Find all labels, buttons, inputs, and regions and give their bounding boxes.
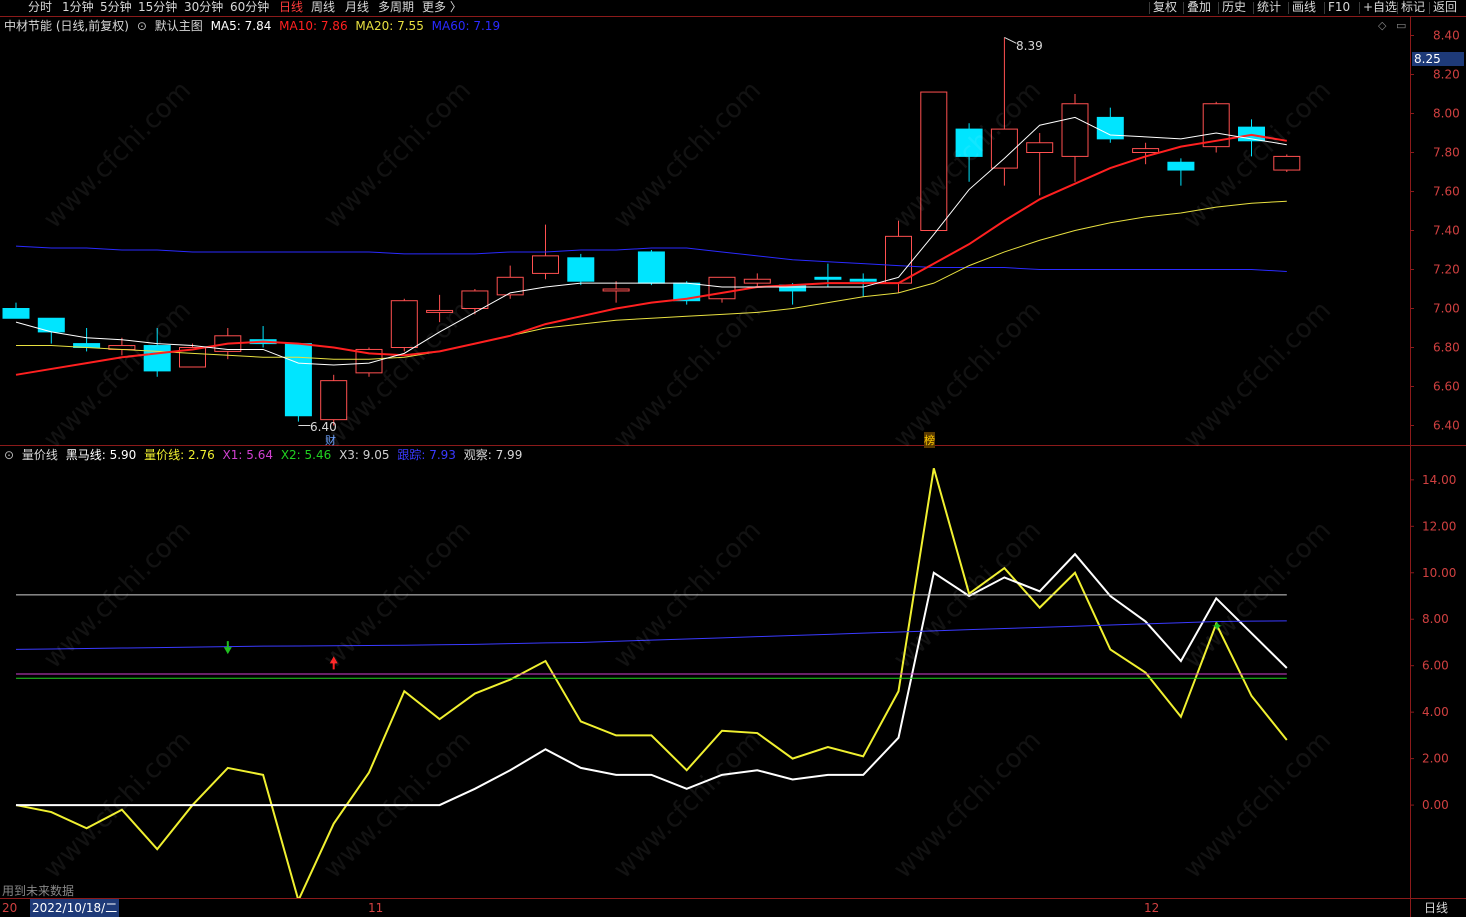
period-tab-10[interactable]: 更多 〉 <box>422 0 462 16</box>
candle-body <box>1132 148 1160 154</box>
candle-body <box>1167 161 1195 171</box>
candle-body <box>532 255 559 274</box>
finance-marker[interactable]: 财 <box>325 432 336 448</box>
indicator-tick-label: 6.00 <box>1422 659 1449 673</box>
toolbar-separator <box>1397 2 1398 14</box>
price-tick-label: 7.00 <box>1433 302 1460 316</box>
rank-marker[interactable]: 榜 <box>924 432 935 448</box>
toolbar-separator <box>1253 2 1254 14</box>
axis-label-nov: 11 <box>368 901 384 915</box>
indicator-tick-label: 2.00 <box>1422 752 1449 766</box>
indicator-tick-label: 14.00 <box>1422 473 1456 487</box>
candle-body <box>143 345 171 372</box>
down-arrow-marker <box>223 641 232 655</box>
price-tick-label: 7.40 <box>1433 224 1460 238</box>
axis-label-20: 20 <box>2 901 18 915</box>
toolbar-separator <box>1149 2 1150 14</box>
series-line-跟踪 <box>15 620 1287 650</box>
price-tick-label: 7.20 <box>1433 263 1460 277</box>
indicator-tick-label: 12.00 <box>1422 519 1456 533</box>
toolbar-separator <box>1359 2 1360 14</box>
candle-body <box>849 278 877 282</box>
period-tab-1[interactable]: 1分钟 <box>62 0 94 16</box>
bottom-divider <box>0 898 1466 899</box>
toolbar-button-5[interactable]: F10 <box>1328 0 1350 16</box>
toolbar-separator <box>1183 2 1184 14</box>
toolbar-separator <box>1288 2 1289 14</box>
period-tab-8[interactable]: 月线 <box>345 0 369 16</box>
candle-body <box>496 276 524 296</box>
price-tick-label: 7.60 <box>1433 185 1460 199</box>
toolbar-button-3[interactable]: 统计 <box>1257 0 1281 16</box>
price-tick-label: 6.80 <box>1433 341 1460 355</box>
cursor-date-label: 2022/10/18/二 <box>30 899 120 917</box>
toolbar-separator <box>1218 2 1219 14</box>
toolbar-separator <box>1324 2 1325 14</box>
candle-body <box>567 257 595 282</box>
indicator-tick-label: 0.00 <box>1422 798 1449 812</box>
ma5-line <box>15 116 1287 366</box>
volume-price-indicator-chart[interactable]: ✦ <box>0 445 1410 898</box>
candle-body <box>2 308 30 319</box>
series-line-黑马线 <box>16 552 1288 807</box>
period-button[interactable]: 日线 <box>1424 899 1448 917</box>
indicator-tick-label: 10.00 <box>1422 566 1456 580</box>
indicator-tick-label: 4.00 <box>1422 705 1449 719</box>
toolbar-separator <box>1429 2 1430 14</box>
toolbar-button-7[interactable]: 标记 <box>1401 0 1425 16</box>
candle-body <box>920 91 948 231</box>
candle-body <box>284 343 312 417</box>
toolbar-button-2[interactable]: 历史 <box>1222 0 1246 16</box>
candle-body <box>990 128 1018 169</box>
period-tab-4[interactable]: 30分钟 <box>184 0 223 16</box>
period-toolbar: 分时 1分钟 5分钟 15分钟 30分钟 60分钟 日线 周线 月线 多周期 更多 〉 复权 叠加 历史… <box>0 0 1466 16</box>
price-tick-label: 8.20 <box>1433 68 1460 82</box>
series-line-量价线 <box>15 467 1288 898</box>
high-pointer <box>1004 37 1017 44</box>
price-tick-label: 6.40 <box>1433 419 1460 433</box>
candle-body <box>743 278 771 284</box>
period-tab-7[interactable]: 周线 <box>311 0 335 16</box>
price-tick-label: 6.60 <box>1433 380 1460 394</box>
toolbar-button-6[interactable]: +自选 <box>1363 0 1397 16</box>
toolbar-button-1[interactable]: 叠加 <box>1187 0 1211 16</box>
star-marker: ✦ <box>1211 619 1223 635</box>
period-tab-2[interactable]: 5分钟 <box>100 0 132 16</box>
period-tab-6[interactable]: 日线 <box>279 0 303 16</box>
candle-body <box>1026 142 1054 153</box>
candle-body <box>1061 103 1089 157</box>
price-tick-label: 8.00 <box>1433 107 1460 121</box>
current-price-tag: 8.25 <box>1412 52 1464 66</box>
candle-body <box>637 251 665 284</box>
candle-body <box>1273 155 1301 171</box>
candlestick-chart[interactable] <box>0 16 1410 445</box>
period-tab-5[interactable]: 60分钟 <box>230 0 269 16</box>
candle-body <box>955 128 983 157</box>
period-tab-3[interactable]: 15分钟 <box>138 0 177 16</box>
price-tick-label: 7.80 <box>1433 146 1460 160</box>
up-arrow-marker <box>329 656 338 670</box>
candle-body <box>602 288 630 292</box>
status-text: 用到未来数据 <box>2 884 75 898</box>
price-axis: 8.40 8.20 8.00 7.80 7.60 7.40 7.20 7.00 6.80 6.60… <box>1410 29 1460 812</box>
axis-label-dec: 12 <box>1144 901 1160 915</box>
candle-body <box>426 309 454 313</box>
candle-body <box>320 380 348 421</box>
toolbar-button-4[interactable]: 画线 <box>1292 0 1316 16</box>
period-tab-0[interactable]: 分时 <box>28 0 52 16</box>
candle-body <box>814 276 842 280</box>
candle-body <box>708 276 736 300</box>
candle-body <box>461 290 489 310</box>
toolbar-button-0[interactable]: 复权 <box>1153 0 1177 16</box>
candle-body <box>885 235 912 284</box>
high-price-label: 8.39 <box>1016 39 1043 53</box>
candle-body <box>390 300 418 349</box>
period-tab-9[interactable]: 多周期 <box>378 0 414 16</box>
indicator-tick-label: 8.00 <box>1422 612 1449 626</box>
toolbar-button-8[interactable]: 返回 <box>1433 0 1457 16</box>
price-tick-label: 8.40 <box>1433 29 1460 43</box>
